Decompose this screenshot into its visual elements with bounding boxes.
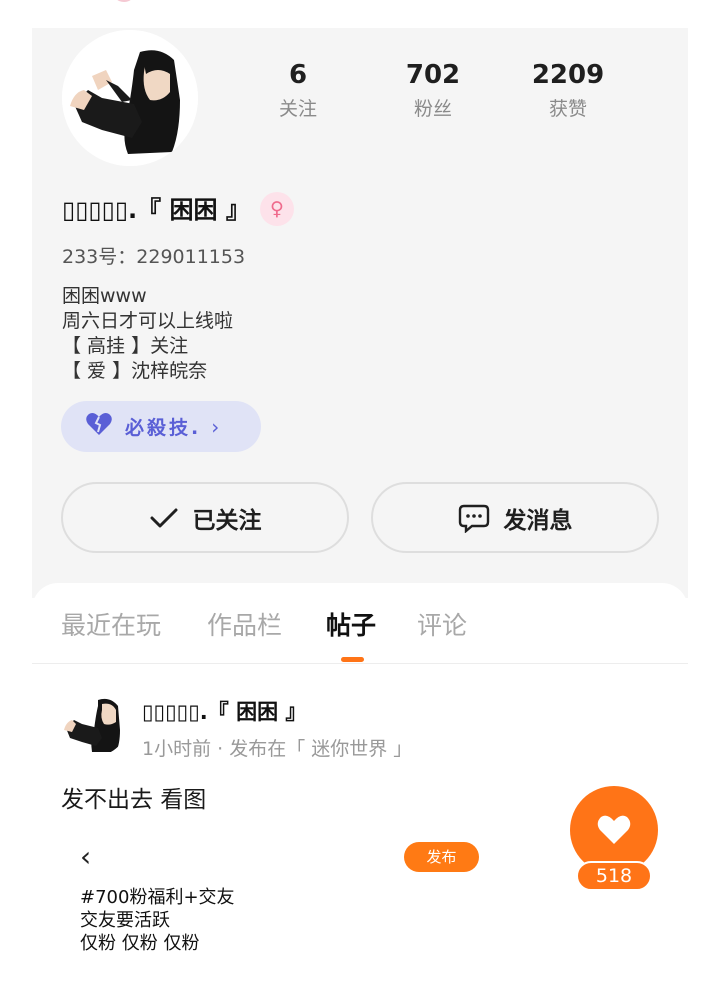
tab-comments[interactable]: 评论 (417, 606, 467, 642)
post-avatar-image (62, 690, 128, 756)
stat-fans-count: 702 (405, 60, 461, 90)
chat-bubble-icon (458, 503, 490, 533)
stat-fans[interactable]: 702 粉丝 (378, 58, 488, 121)
follow-button-label: 已关注 (192, 507, 262, 534)
post-author-avatar[interactable] (62, 690, 128, 756)
bio-line: 困困www (62, 285, 147, 307)
back-arrow-icon: ‹ (80, 840, 92, 873)
avatar-image (62, 30, 198, 166)
profile-avatar[interactable] (62, 30, 198, 166)
chevron-right-icon: › (211, 414, 220, 439)
stat-fans-label: 粉丝 (413, 98, 452, 120)
stat-following-count: 6 (288, 60, 308, 90)
tab-recently-played[interactable]: 最近在玩 (61, 606, 161, 642)
post-image-line: 交友要活跃 (80, 910, 170, 931)
stat-likes[interactable]: 2209 获赞 (513, 58, 623, 121)
bio-line: 周六日才可以上线啦 (62, 310, 234, 332)
profile-username: ▯▯▯▯▯.『 困困 』 (62, 196, 250, 224)
active-tab-indicator (341, 657, 364, 662)
message-button[interactable]: 发消息 (371, 482, 659, 553)
female-icon: ♀ (260, 192, 294, 226)
tab-works[interactable]: 作品栏 (207, 606, 282, 642)
follow-button[interactable]: 已关注 (61, 482, 349, 553)
post-text: 发不出去 看图 (61, 787, 207, 813)
profile-bio: 困困www 周六日才可以上线啦 【 高挂 】关注 【 爱 】沈梓皖奈 (62, 284, 233, 384)
stat-following-label: 关注 (278, 98, 317, 120)
skill-chip-label: 必殺技. (125, 417, 202, 439)
message-button-label: 发消息 (503, 507, 573, 534)
top-decoration (112, 0, 136, 2)
like-count: 518 (576, 861, 652, 891)
heart-icon (85, 412, 113, 442)
post-image-text: #700粉福利+交友 交友要活跃 仅粉 仅粉 仅粉 (80, 886, 235, 955)
stat-likes-label: 获赞 (548, 98, 587, 120)
stat-likes-count: 2209 (531, 60, 605, 90)
post-image-line: #700粉福利+交友 (80, 887, 235, 908)
post-meta: 1小时前 · 发布在「 迷你世界 」 (142, 738, 413, 760)
heart-icon (596, 814, 632, 846)
bio-line: 【 高挂 】关注 (62, 335, 189, 357)
tab-posts[interactable]: 帖子 (326, 606, 376, 642)
post-author-name[interactable]: ▯▯▯▯▯.『 困困 』 (142, 696, 306, 726)
tab-divider (32, 663, 688, 664)
bio-line: 【 爱 】沈梓皖奈 (62, 360, 208, 382)
post-image-publish-button: 发布 (404, 842, 479, 872)
stat-following[interactable]: 6 关注 (243, 58, 353, 121)
post-image-line: 仅粉 仅粉 仅粉 (80, 933, 200, 954)
profile-uid: 233号：229011153 (62, 246, 246, 268)
check-icon (149, 506, 179, 530)
skill-chip[interactable]: 必殺技. › (61, 401, 261, 452)
